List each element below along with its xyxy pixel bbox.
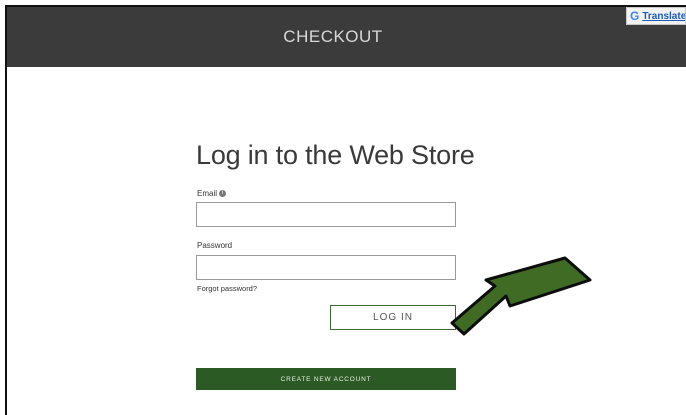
forgot-password-link[interactable]: Forgot password? <box>197 284 257 293</box>
header-title: CHECKOUT <box>283 27 383 46</box>
arrow-shape <box>450 256 592 336</box>
email-field[interactable] <box>196 202 456 227</box>
login-button[interactable]: LOG IN <box>330 305 456 330</box>
password-field[interactable] <box>196 255 456 280</box>
translate-link[interactable]: Translate <box>642 11 685 22</box>
google-g-icon: G <box>630 9 640 23</box>
page-title: Log in to the Web Store <box>196 140 475 170</box>
checkout-header: CHECKOUT <box>7 7 686 67</box>
create-account-button[interactable]: CREATE NEW ACCOUNT <box>196 368 456 390</box>
green-arrow-icon <box>450 256 592 336</box>
password-label: Password <box>197 241 233 250</box>
email-label: Email i <box>197 189 227 198</box>
email-label-text: Email <box>197 189 218 198</box>
info-icon[interactable]: i <box>219 190 227 198</box>
google-translate-widget[interactable]: G Translate <box>626 7 686 25</box>
